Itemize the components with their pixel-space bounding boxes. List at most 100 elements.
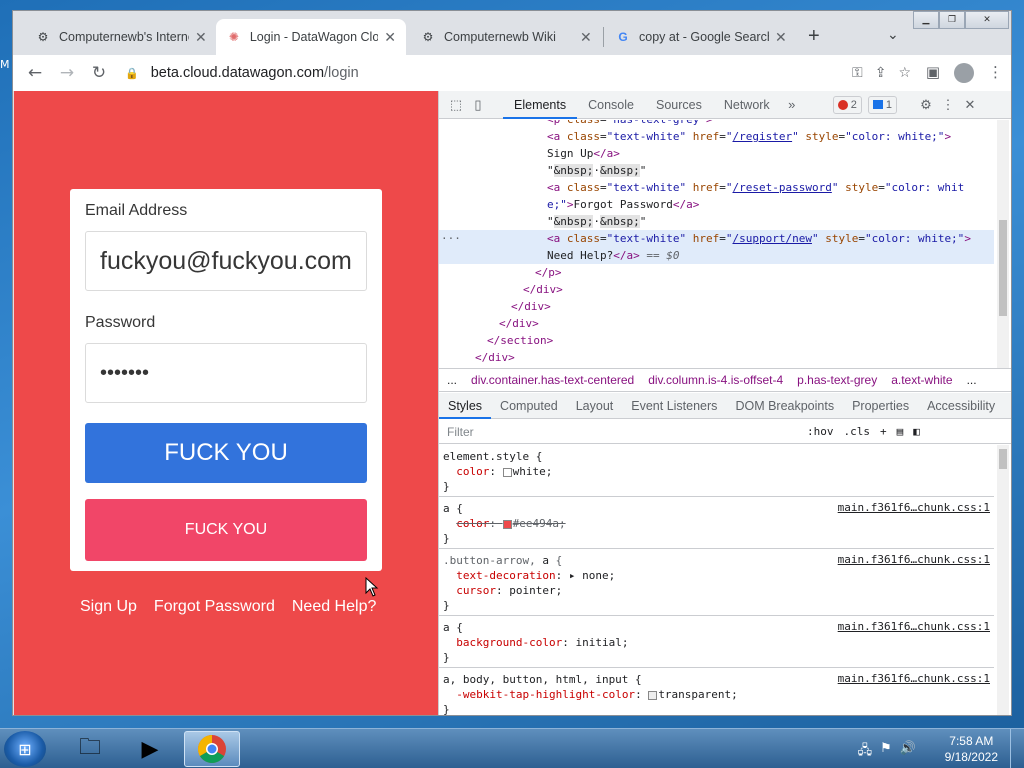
breadcrumb-item[interactable]: a.text-white — [891, 373, 952, 387]
dom-scroll-thumb[interactable] — [999, 220, 1007, 316]
dom-line[interactable]: </div> — [511, 298, 551, 315]
clock[interactable]: 7:58 AM 9/18/2022 — [945, 733, 998, 765]
chrome-menu-icon[interactable]: ⋮ — [988, 63, 1003, 83]
show-desktop-button[interactable] — [1010, 729, 1024, 768]
side-panel-icon[interactable]: ▣ — [926, 63, 940, 83]
rule-source-link[interactable]: main.f361f6…chunk.css:1 — [838, 553, 990, 566]
paint-icon[interactable]: ▤ — [897, 425, 904, 438]
breadcrumb-item[interactable]: div.column.is-4.is-offset-4 — [648, 373, 783, 387]
media-player-icon[interactable]: ▶ — [122, 731, 178, 767]
rule-source-link[interactable]: main.f361f6…chunk.css:1 — [838, 501, 990, 514]
back-arrow-icon[interactable]: ← — [19, 63, 51, 83]
color-swatch-icon[interactable] — [502, 519, 512, 529]
breadcrumb-more[interactable]: ... — [967, 373, 977, 387]
rule-source-link[interactable]: main.f361f6…chunk.css:1 — [838, 620, 990, 633]
styles-scrollbar[interactable] — [997, 445, 1009, 715]
tab-sources[interactable]: Sources — [645, 91, 713, 119]
bookmark-star-icon[interactable]: ☆ — [898, 65, 911, 81]
explorer-folder-icon[interactable]: 🗀 — [62, 731, 118, 767]
sign-up-link[interactable]: Sign Up — [80, 598, 137, 616]
secondary-button[interactable]: FUCK YOU — [85, 499, 367, 561]
password-field[interactable]: ••••••• — [85, 343, 367, 403]
tab-console[interactable]: Console — [577, 91, 645, 119]
new-tab-button[interactable]: + — [808, 25, 820, 48]
toggle-sidebar-icon[interactable]: ◧ — [913, 425, 920, 438]
rule-tap-highlight[interactable]: a, body, button, html, input { -webkit-t… — [439, 668, 994, 715]
tab-properties[interactable]: Properties — [843, 393, 918, 419]
dom-line[interactable]: </div> — [475, 349, 515, 366]
tab-search-chevron-icon[interactable]: ⌄ — [887, 27, 899, 43]
tab-elements[interactable]: Elements — [503, 91, 578, 119]
login-button[interactable]: FUCK YOU — [85, 423, 367, 483]
color-swatch-icon[interactable] — [648, 690, 658, 700]
close-tab-icon[interactable]: ✕ — [384, 29, 396, 46]
hover-state-toggle[interactable]: :hov — [807, 425, 834, 438]
tab-accessibility[interactable]: Accessibility — [918, 393, 1004, 419]
share-icon[interactable]: ⇪ — [875, 65, 887, 81]
tab-google-search[interactable]: G copy at - Google Search ✕ — [605, 19, 797, 55]
close-window-button[interactable]: ✕ — [965, 11, 1009, 29]
close-tab-icon[interactable]: ✕ — [580, 29, 592, 46]
email-field[interactable]: fuckyou@fuckyou.com — [85, 231, 367, 291]
need-help-link[interactable]: Need Help? — [292, 598, 377, 616]
breadcrumb-item[interactable]: div.container.has-text-centered — [471, 373, 634, 387]
reload-icon[interactable]: ↻ — [83, 63, 115, 83]
devtools-menu-icon[interactable]: ⋮ — [937, 97, 959, 113]
breadcrumb-more[interactable]: ... — [447, 373, 457, 387]
network-icon[interactable]: 🖧 — [858, 741, 873, 763]
address-bar[interactable]: 🔒 beta.cloud.datawagon.com/login — [125, 58, 905, 88]
lock-icon[interactable]: 🔒 — [125, 67, 139, 80]
volume-icon[interactable]: 🔊 — [900, 741, 916, 763]
new-rule-icon[interactable]: + — [880, 425, 887, 438]
close-devtools-icon[interactable]: ✕ — [959, 97, 981, 113]
dom-line[interactable]: </div> — [499, 315, 539, 332]
class-toggle[interactable]: .cls — [844, 425, 871, 438]
tab-dom-breakpoints[interactable]: DOM Breakpoints — [726, 393, 843, 419]
action-center-flag-icon[interactable]: ⚑ — [880, 741, 892, 763]
dom-line[interactable]: </div> — [523, 281, 563, 298]
styles-scroll-thumb[interactable] — [999, 449, 1007, 469]
forward-arrow-icon[interactable]: → — [51, 63, 83, 83]
dom-line[interactable]: <a class="text-white" href="/register" s… — [547, 128, 951, 145]
rule-source-link[interactable]: main.f361f6…chunk.css:1 — [838, 672, 990, 685]
tab-computernewb-internet[interactable]: ⚙ Computernewb's Interne ✕ — [25, 19, 217, 55]
color-swatch-icon[interactable] — [502, 467, 512, 477]
inspect-element-icon[interactable]: ⬚ — [445, 97, 467, 113]
tab-datawagon-login[interactable]: ✺ Login - DataWagon Clou ✕ — [216, 19, 406, 55]
chrome-icon[interactable] — [184, 731, 240, 767]
dom-scrollbar[interactable] — [997, 120, 1009, 368]
start-button[interactable]: ⊞ — [4, 731, 46, 767]
dom-line[interactable]: "&nbsp;·&nbsp;" — [547, 213, 646, 230]
minimize-button[interactable]: ▁ — [913, 11, 939, 29]
tab-event-listeners[interactable]: Event Listeners — [622, 393, 726, 419]
profile-avatar-icon[interactable] — [954, 63, 974, 83]
dom-line[interactable]: <a class="text-white" href="/reset-passw… — [547, 179, 964, 196]
tab-computernewb-wiki[interactable]: ⚙ Computernewb Wiki ✕ — [410, 19, 602, 55]
rule-button-arrow[interactable]: .button-arrow, a { text-decoration: ▸ no… — [439, 549, 994, 616]
dom-line-selected[interactable]: Need Help?</a> == $0 — [547, 247, 679, 264]
dom-line[interactable]: </p> — [535, 264, 562, 281]
close-tab-icon[interactable]: ✕ — [195, 29, 207, 46]
dom-line[interactable]: Sign Up</a> — [547, 145, 620, 162]
styles-filter-input[interactable]: Filter — [447, 425, 807, 439]
dom-line-selected[interactable]: <a class="text-white" href="/support/new… — [547, 230, 971, 247]
dom-line[interactable]: e;">Forgot Password</a> — [547, 196, 699, 213]
tab-styles[interactable]: Styles — [439, 393, 492, 419]
rule-a-background[interactable]: a { background-color: initial; } main.f3… — [439, 616, 994, 668]
dom-tree[interactable]: <p class="has-text-grey"> <a class="text… — [439, 120, 994, 368]
tab-network[interactable]: Network — [713, 91, 781, 119]
rule-a-color[interactable]: a { color: #ee494a; } main.f361f6…chunk.… — [439, 497, 994, 549]
close-tab-icon[interactable]: ✕ — [775, 29, 787, 46]
key-icon[interactable]: ⚿ — [852, 65, 863, 81]
settings-gear-icon[interactable]: ⚙ — [915, 97, 937, 113]
maximize-button[interactable]: ❐ — [939, 11, 965, 29]
device-toolbar-icon[interactable]: ▯ — [467, 97, 489, 113]
dom-line[interactable]: "&nbsp;·&nbsp;" — [547, 162, 646, 179]
dom-line[interactable]: <p class="has-text-grey"> — [547, 120, 713, 128]
tab-computed[interactable]: Computed — [491, 393, 567, 419]
more-tabs-chevron-icon[interactable]: » — [781, 97, 803, 112]
forgot-password-link[interactable]: Forgot Password — [154, 598, 275, 616]
tab-layout[interactable]: Layout — [567, 393, 623, 419]
error-badge[interactable]: 2 — [832, 95, 862, 114]
dom-line[interactable]: </section> — [487, 332, 553, 349]
